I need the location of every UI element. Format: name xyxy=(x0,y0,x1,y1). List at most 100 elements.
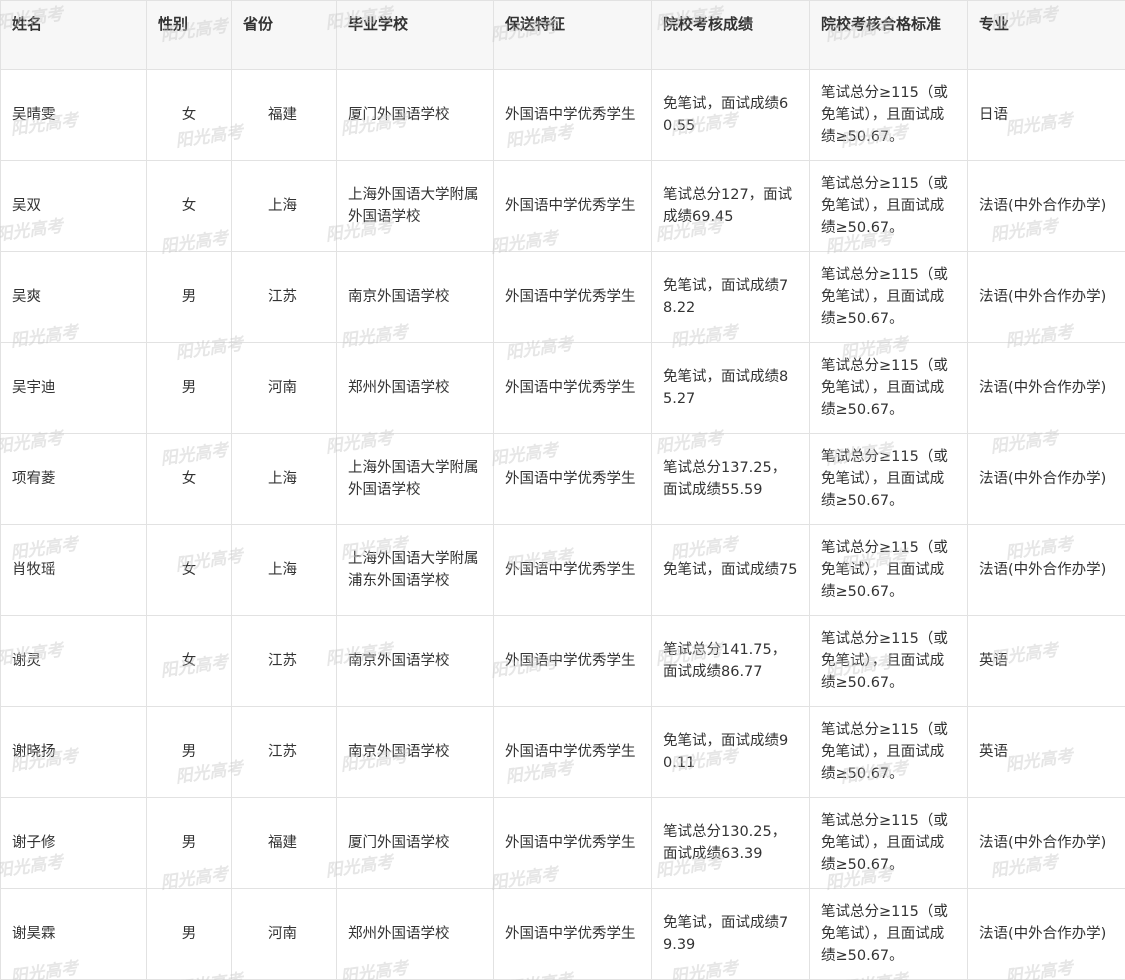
cell-gender: 女 xyxy=(146,615,232,707)
cell-standard: 笔试总分≥115（或免笔试），且面试成绩≥50.67。 xyxy=(809,797,968,889)
cell-score: 免笔试，面试成绩78.22 xyxy=(651,251,810,343)
cell-feature: 外国语中学优秀学生 xyxy=(493,706,652,798)
cell-feature: 外国语中学优秀学生 xyxy=(493,160,652,252)
cell-school: 南京外国语学校 xyxy=(336,251,494,343)
cell-name: 吴晴雯 xyxy=(0,69,147,161)
cell-major: 法语(中外合作办学) xyxy=(967,160,1125,252)
cell-score: 笔试总分130.25，面试成绩63.39 xyxy=(651,797,810,889)
cell-score: 免笔试，面试成绩79.39 xyxy=(651,888,810,980)
cell-name: 谢晓扬 xyxy=(0,706,147,798)
cell-major: 法语(中外合作办学) xyxy=(967,797,1125,889)
cell-major: 法语(中外合作办学) xyxy=(967,342,1125,434)
cell-name: 谢灵 xyxy=(0,615,147,707)
cell-province: 江苏 xyxy=(231,706,337,798)
header-standard: 院校考核合格标准 xyxy=(809,0,968,70)
cell-province: 上海 xyxy=(231,524,337,616)
cell-province: 江苏 xyxy=(231,251,337,343)
table-row: 肖牧瑶 女 上海 上海外国语大学附属浦东外国语学校 外国语中学优秀学生 免笔试，… xyxy=(0,524,1125,616)
header-feature: 保送特征 xyxy=(493,0,652,70)
cell-feature: 外国语中学优秀学生 xyxy=(493,888,652,980)
cell-school: 厦门外国语学校 xyxy=(336,797,494,889)
cell-name: 吴宇迪 xyxy=(0,342,147,434)
table-row: 吴爽 男 江苏 南京外国语学校 外国语中学优秀学生 免笔试，面试成绩78.22 … xyxy=(0,251,1125,343)
cell-gender: 女 xyxy=(146,69,232,161)
header-gender: 性别 xyxy=(146,0,232,70)
cell-standard: 笔试总分≥115（或免笔试），且面试成绩≥50.67。 xyxy=(809,251,968,343)
cell-standard: 笔试总分≥115（或免笔试），且面试成绩≥50.67。 xyxy=(809,615,968,707)
cell-feature: 外国语中学优秀学生 xyxy=(493,797,652,889)
header-row: 姓名 性别 省份 毕业学校 保送特征 院校考核成绩 院校考核合格标准 专业 xyxy=(0,0,1125,70)
cell-standard: 笔试总分≥115（或免笔试），且面试成绩≥50.67。 xyxy=(809,433,968,525)
cell-major: 法语(中外合作办学) xyxy=(967,524,1125,616)
cell-score: 笔试总分127，面试成绩69.45 xyxy=(651,160,810,252)
cell-gender: 男 xyxy=(146,251,232,343)
table-row: 项宥菱 女 上海 上海外国语大学附属外国语学校 外国语中学优秀学生 笔试总分13… xyxy=(0,433,1125,525)
cell-name: 项宥菱 xyxy=(0,433,147,525)
table-row: 谢灵 女 江苏 南京外国语学校 外国语中学优秀学生 笔试总分141.75，面试成… xyxy=(0,615,1125,707)
cell-standard: 笔试总分≥115（或免笔试），且面试成绩≥50.67。 xyxy=(809,160,968,252)
cell-gender: 男 xyxy=(146,797,232,889)
cell-name: 肖牧瑶 xyxy=(0,524,147,616)
cell-score: 免笔试，面试成绩60.55 xyxy=(651,69,810,161)
cell-province: 福建 xyxy=(231,69,337,161)
cell-feature: 外国语中学优秀学生 xyxy=(493,615,652,707)
cell-major: 英语 xyxy=(967,706,1125,798)
cell-province: 河南 xyxy=(231,342,337,434)
cell-major: 法语(中外合作办学) xyxy=(967,251,1125,343)
cell-major: 英语 xyxy=(967,615,1125,707)
table-row: 吴宇迪 男 河南 郑州外国语学校 外国语中学优秀学生 免笔试，面试成绩85.27… xyxy=(0,342,1125,434)
cell-school: 上海外国语大学附属浦东外国语学校 xyxy=(336,524,494,616)
cell-school: 南京外国语学校 xyxy=(336,615,494,707)
cell-standard: 笔试总分≥115（或免笔试），且面试成绩≥50.67。 xyxy=(809,342,968,434)
cell-gender: 女 xyxy=(146,433,232,525)
table-row: 吴双 女 上海 上海外国语大学附属外国语学校 外国语中学优秀学生 笔试总分127… xyxy=(0,160,1125,252)
cell-school: 郑州外国语学校 xyxy=(336,342,494,434)
cell-feature: 外国语中学优秀学生 xyxy=(493,433,652,525)
cell-school: 郑州外国语学校 xyxy=(336,888,494,980)
table-row: 谢晓扬 男 江苏 南京外国语学校 外国语中学优秀学生 免笔试，面试成绩90.11… xyxy=(0,706,1125,798)
cell-major: 法语(中外合作办学) xyxy=(967,433,1125,525)
cell-standard: 笔试总分≥115（或免笔试），且面试成绩≥50.67。 xyxy=(809,524,968,616)
table-body: 吴晴雯 女 福建 厦门外国语学校 外国语中学优秀学生 免笔试，面试成绩60.55… xyxy=(0,69,1125,980)
cell-gender: 女 xyxy=(146,524,232,616)
cell-gender: 男 xyxy=(146,706,232,798)
header-school: 毕业学校 xyxy=(336,0,494,70)
table-row: 谢昊霖 男 河南 郑州外国语学校 外国语中学优秀学生 免笔试，面试成绩79.39… xyxy=(0,888,1125,980)
cell-score: 免笔试，面试成绩85.27 xyxy=(651,342,810,434)
header-name: 姓名 xyxy=(0,0,147,70)
cell-major: 法语(中外合作办学) xyxy=(967,888,1125,980)
header-province: 省份 xyxy=(231,0,337,70)
admission-table: 姓名 性别 省份 毕业学校 保送特征 院校考核成绩 院校考核合格标准 专业 吴晴… xyxy=(0,0,1125,980)
cell-feature: 外国语中学优秀学生 xyxy=(493,342,652,434)
cell-name: 谢子修 xyxy=(0,797,147,889)
cell-gender: 男 xyxy=(146,888,232,980)
table-row: 谢子修 男 福建 厦门外国语学校 外国语中学优秀学生 笔试总分130.25，面试… xyxy=(0,797,1125,889)
cell-major: 日语 xyxy=(967,69,1125,161)
table-row: 吴晴雯 女 福建 厦门外国语学校 外国语中学优秀学生 免笔试，面试成绩60.55… xyxy=(0,69,1125,161)
cell-score: 笔试总分137.25，面试成绩55.59 xyxy=(651,433,810,525)
cell-province: 河南 xyxy=(231,888,337,980)
cell-feature: 外国语中学优秀学生 xyxy=(493,69,652,161)
cell-province: 福建 xyxy=(231,797,337,889)
cell-standard: 笔试总分≥115（或免笔试），且面试成绩≥50.67。 xyxy=(809,69,968,161)
cell-gender: 女 xyxy=(146,160,232,252)
cell-province: 上海 xyxy=(231,160,337,252)
cell-school: 南京外国语学校 xyxy=(336,706,494,798)
header-score: 院校考核成绩 xyxy=(651,0,810,70)
cell-standard: 笔试总分≥115（或免笔试），且面试成绩≥50.67。 xyxy=(809,706,968,798)
cell-gender: 男 xyxy=(146,342,232,434)
cell-score: 免笔试，面试成绩90.11 xyxy=(651,706,810,798)
cell-school: 上海外国语大学附属外国语学校 xyxy=(336,433,494,525)
cell-name: 吴爽 xyxy=(0,251,147,343)
cell-school: 上海外国语大学附属外国语学校 xyxy=(336,160,494,252)
cell-name: 谢昊霖 xyxy=(0,888,147,980)
cell-standard: 笔试总分≥115（或免笔试），且面试成绩≥50.67。 xyxy=(809,888,968,980)
cell-score: 免笔试，面试成绩75 xyxy=(651,524,810,616)
cell-feature: 外国语中学优秀学生 xyxy=(493,524,652,616)
cell-feature: 外国语中学优秀学生 xyxy=(493,251,652,343)
cell-score: 笔试总分141.75，面试成绩86.77 xyxy=(651,615,810,707)
cell-province: 江苏 xyxy=(231,615,337,707)
cell-province: 上海 xyxy=(231,433,337,525)
cell-name: 吴双 xyxy=(0,160,147,252)
cell-school: 厦门外国语学校 xyxy=(336,69,494,161)
